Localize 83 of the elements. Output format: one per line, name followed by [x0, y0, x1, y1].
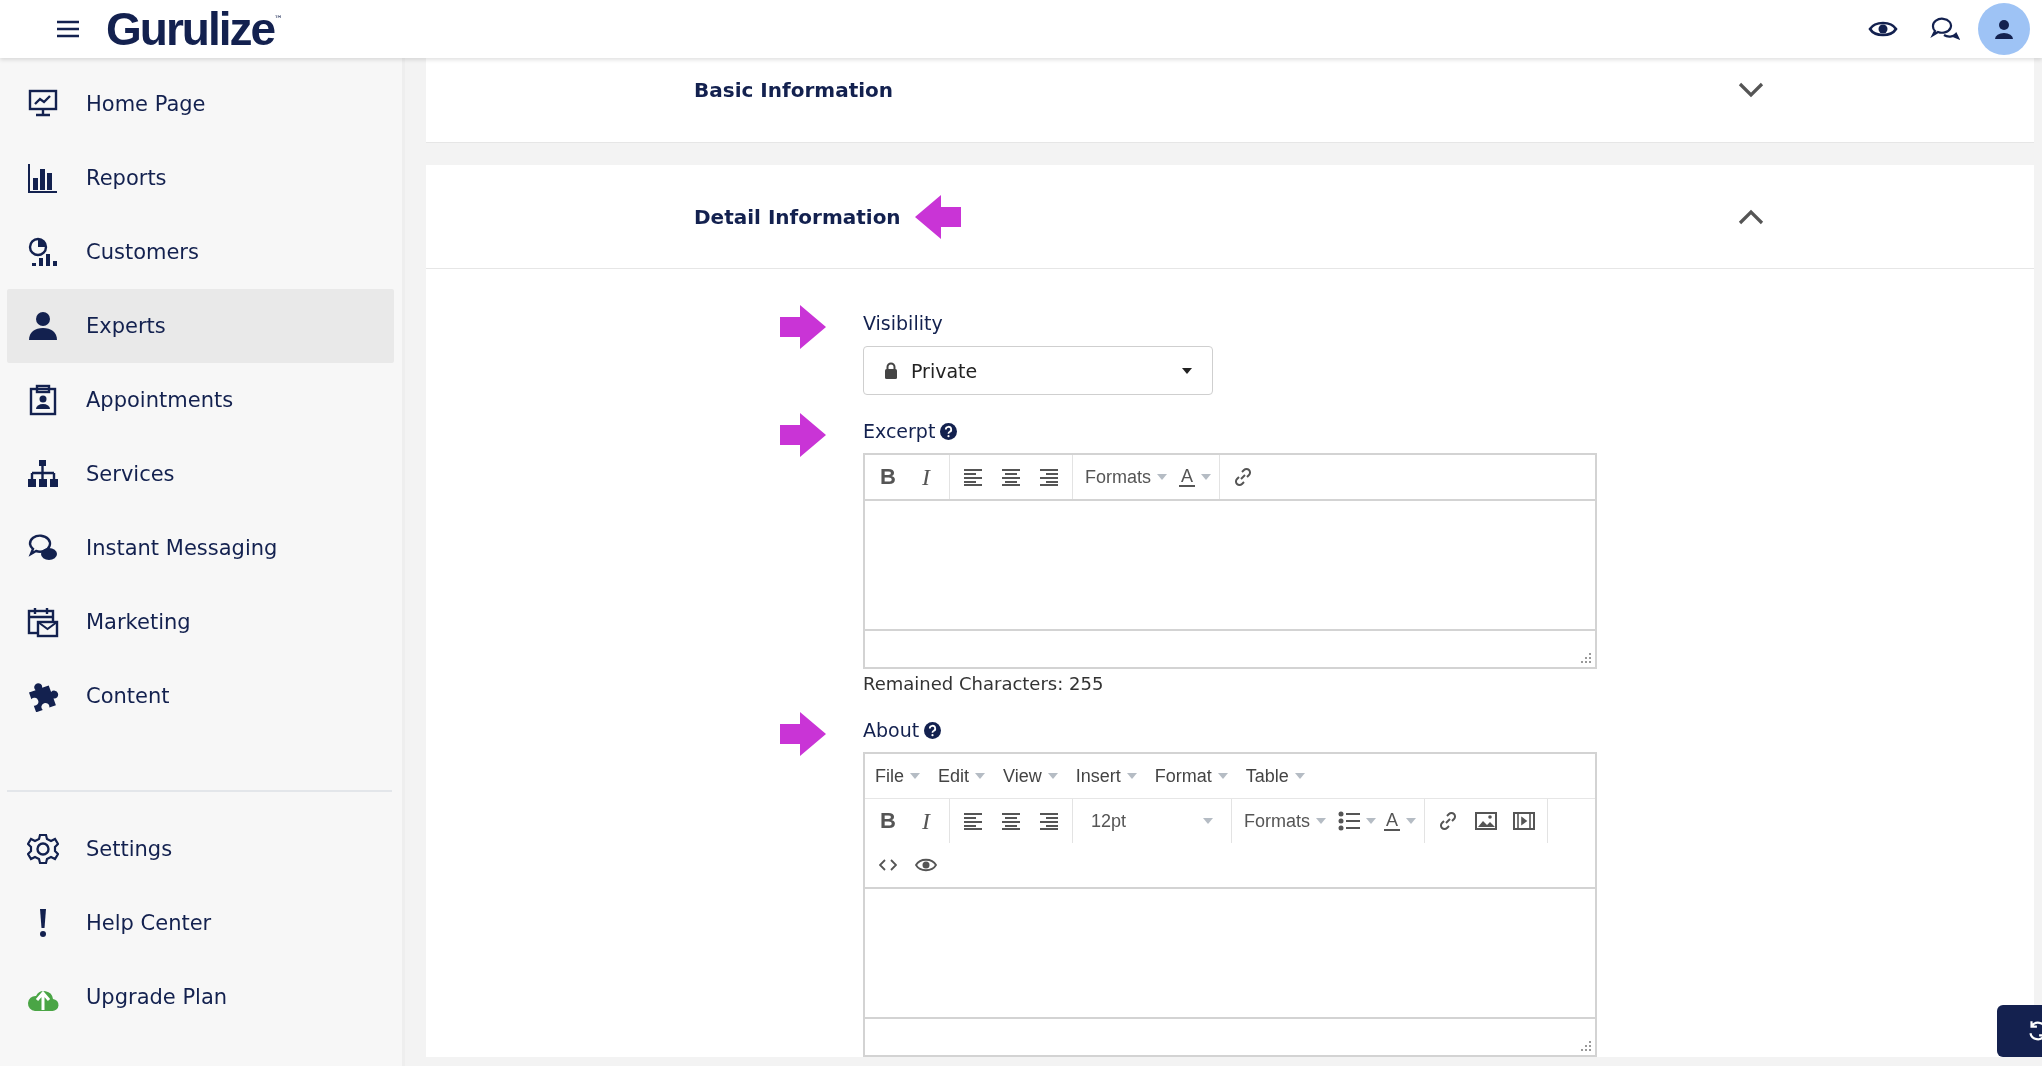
eye-icon	[1868, 19, 1898, 39]
caret-icon	[1366, 818, 1376, 824]
pie-and-bars-icon	[27, 236, 59, 268]
caret-icon	[975, 773, 986, 779]
field-label: Excerpt	[863, 420, 936, 442]
caret-icon	[1217, 773, 1228, 779]
editor-menu-item[interactable]: Insert	[1075, 765, 1137, 787]
editor-menu-item[interactable]: Table	[1245, 765, 1305, 787]
bullet-list-icon	[1338, 811, 1360, 831]
person-icon	[27, 310, 59, 342]
lock-icon	[884, 362, 898, 379]
field-label: Visibility	[863, 312, 943, 334]
text-align-right-icon	[1039, 811, 1059, 831]
text-align-center-icon	[1001, 811, 1021, 831]
menu-button[interactable]	[56, 19, 80, 39]
editor-menu-item[interactable]: File	[875, 765, 920, 787]
link-icon	[1233, 467, 1254, 487]
calendar-envelope-icon	[27, 606, 59, 638]
caret-icon	[1201, 474, 1212, 480]
text-color-button[interactable]: A	[1380, 804, 1421, 838]
image-icon	[1475, 812, 1498, 830]
caret-icon	[910, 773, 920, 779]
user-icon	[1993, 18, 2015, 40]
sidebar-item[interactable]: Upgrade Plan	[7, 960, 394, 1034]
text-align-right-icon	[1039, 467, 1059, 487]
puzzle-piece-icon	[27, 680, 59, 712]
exclamation-icon	[39, 907, 47, 939]
caret-icon	[1294, 773, 1305, 779]
sidebar-item[interactable]: Customers	[7, 215, 394, 289]
caret-icon	[1157, 474, 1167, 480]
text-align-left-icon	[963, 811, 983, 831]
sidebar-item[interactable]: Settings	[7, 812, 394, 886]
caret-icon	[1047, 773, 1058, 779]
sidebar-item[interactable]: Experts	[7, 289, 394, 363]
sidebar-item[interactable]: Appointments	[7, 363, 394, 437]
sidebar-item[interactable]: Content	[7, 659, 394, 733]
italic-button[interactable]: I	[907, 460, 945, 494]
font-size-dropdown[interactable]: 12pt	[1077, 804, 1227, 838]
editor-menu-item[interactable]: View	[1003, 765, 1058, 787]
sidebar-item[interactable]: Services	[7, 437, 394, 511]
resize-grip-icon	[1581, 653, 1591, 663]
character-counter: Remained Characters: 255	[863, 673, 1105, 694]
link-icon	[1438, 811, 1459, 831]
sidebar-item[interactable]: Help Center	[7, 886, 394, 960]
messages-button[interactable]	[1930, 16, 1960, 42]
hierarchy-icon	[27, 458, 59, 490]
rich-text-editor[interactable]: B I Formats A	[863, 453, 1597, 669]
editor-menu-item[interactable]: Format	[1154, 765, 1228, 787]
sidebar-item[interactable]: Instant Messaging	[7, 511, 394, 585]
formats-dropdown[interactable]: Formats	[1077, 460, 1175, 494]
sidebar-item[interactable]: Marketing	[7, 585, 394, 659]
logo: Gurulize$^{™}$	[106, 4, 284, 54]
sidebar-item[interactable]: Reports	[7, 141, 394, 215]
italic-button[interactable]: I	[907, 804, 945, 838]
section-header[interactable]: Detail Information	[426, 165, 2034, 269]
caret-icon	[1203, 818, 1213, 824]
bold-button[interactable]: B	[869, 460, 907, 494]
visibility-dropdown[interactable]: Private	[863, 346, 1213, 395]
text-align-center-icon	[1001, 467, 1021, 487]
film-icon	[1513, 812, 1536, 830]
formats-dropdown[interactable]: Formats	[1236, 804, 1334, 838]
caret-icon	[1316, 818, 1326, 824]
text-color-button[interactable]: A	[1175, 460, 1216, 494]
bold-button[interactable]: B	[869, 804, 907, 838]
text-align-left-icon	[963, 467, 983, 487]
caret-icon	[1126, 773, 1137, 779]
preview-button[interactable]	[1868, 19, 1898, 39]
rich-text-editor[interactable]: File Edit View Insert Format Table B I 12pt Formats A	[863, 752, 1597, 1057]
settings-icon	[27, 833, 59, 865]
section-header[interactable]: Basic Information	[426, 58, 2034, 143]
caret-icon	[1406, 818, 1417, 824]
eye-icon	[915, 857, 937, 873]
resize-grip-icon	[1581, 1041, 1591, 1051]
user-avatar[interactable]	[1978, 3, 2030, 55]
field-label: About	[863, 719, 920, 741]
clipboard-person-icon	[27, 384, 59, 416]
menu-icon	[56, 19, 80, 39]
sidebar-item[interactable]: Home Page	[7, 67, 394, 141]
chat-bubbles-icon	[1930, 16, 1960, 42]
bar-chart-icon	[27, 162, 59, 194]
caret-icon	[1182, 367, 1192, 374]
code-icon	[879, 858, 897, 872]
editor-menu-item[interactable]: Edit	[938, 765, 986, 787]
